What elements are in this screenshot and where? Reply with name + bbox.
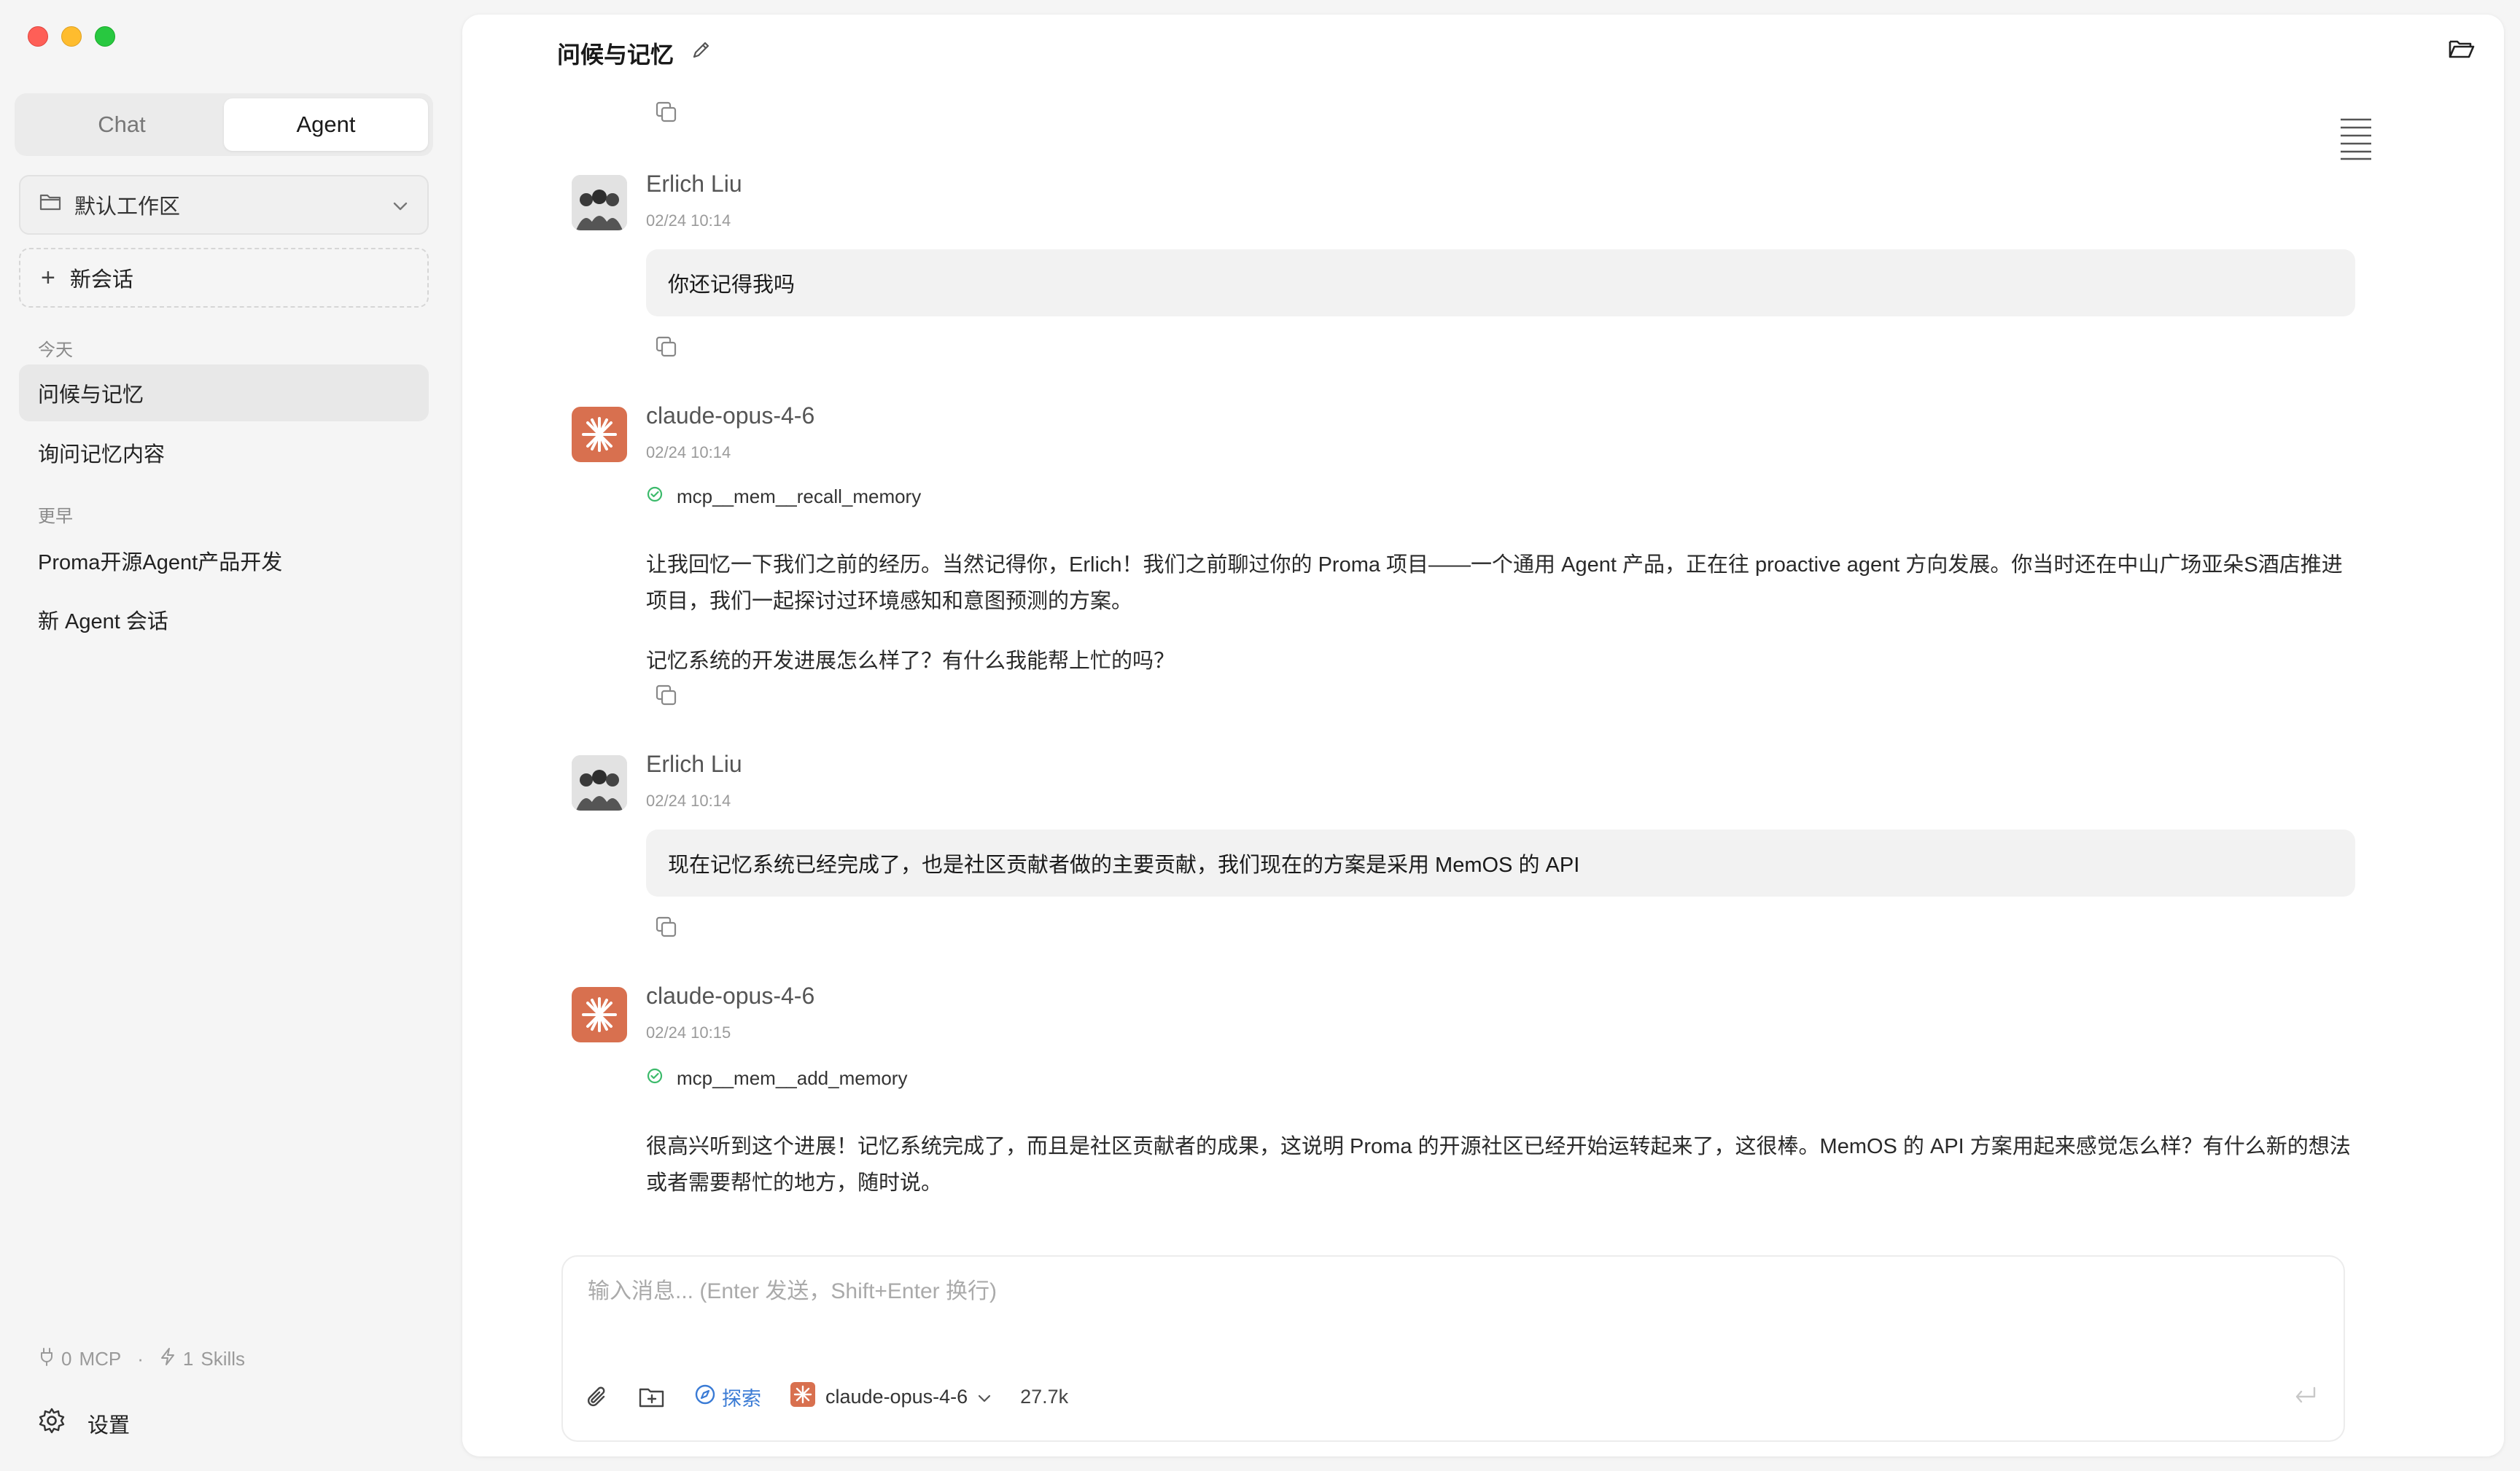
message-composer: 探索 claude-opus-4-6 27.7k [561, 1255, 2345, 1442]
folder-icon [39, 192, 61, 217]
conversation-item-greeting-memory[interactable]: 问候与记忆 [19, 364, 429, 421]
claude-logo-icon [790, 1382, 815, 1412]
check-circle-icon [646, 485, 664, 508]
user-message-bubble: 现在记忆系统已经完成了，也是社区贡献者做的主要贡献，我们现在的方案是采用 Mem… [646, 830, 2355, 897]
conversation-label: 新 Agent 会话 [38, 610, 168, 633]
copy-icon[interactable] [655, 101, 678, 128]
pencil-icon[interactable] [690, 39, 712, 67]
message-input[interactable] [586, 1279, 2266, 1305]
new-chat-button[interactable]: + 新会话 [19, 248, 429, 308]
group-label-today: 今天 [38, 340, 73, 360]
conversation-item-new-agent[interactable]: 新 Agent 会话 [19, 591, 429, 648]
separator: · [137, 1348, 144, 1370]
model-select[interactable]: claude-opus-4-6 [790, 1382, 991, 1412]
enter-send-icon[interactable] [2292, 1385, 2319, 1410]
tool-name: mcp__mem__recall_memory [677, 485, 922, 507]
composer-toolbar: 探索 claude-opus-4-6 27.7k [585, 1382, 1097, 1412]
message-author: Erlich Liu [646, 751, 742, 777]
tool-call[interactable]: mcp__mem__add_memory [646, 1067, 907, 1090]
new-chat-label: 新会话 [69, 268, 133, 292]
copy-icon[interactable] [655, 335, 678, 362]
mode-toggle: Chat Agent [15, 93, 433, 156]
folder-plus-icon[interactable] [639, 1386, 665, 1408]
conversation-title: 问候与记忆 [557, 36, 712, 70]
chevron-down-icon [978, 1386, 991, 1408]
message-timestamp: 02/24 10:14 [646, 211, 731, 230]
assistant-message-paragraph: 让我回忆一下我们之前的经历。当然记得你，Erlich！我们之前聊过你的 Prom… [646, 553, 2343, 613]
open-folder-icon[interactable] [2449, 38, 2475, 63]
user-avatar [572, 175, 627, 230]
skills-count: 1 [182, 1348, 194, 1370]
token-count: 27.7k [1020, 1386, 1069, 1408]
chevron-down-icon [392, 193, 408, 217]
claude-avatar [572, 987, 627, 1042]
copy-icon[interactable] [655, 916, 678, 943]
settings-label: 设置 [88, 1414, 131, 1437]
tab-chat[interactable]: Chat [20, 98, 224, 151]
explore-button[interactable]: 探索 [694, 1383, 761, 1411]
mcp-label: MCP [79, 1348, 122, 1370]
conversation-label: 问候与记忆 [38, 383, 144, 407]
chat-panel: 问候与记忆 Erlich Liu 02/24 10:14 你还记得我吗 clau… [462, 15, 2504, 1456]
lightning-icon [160, 1347, 176, 1371]
conversation-item-ask-memory[interactable]: 询问记忆内容 [19, 424, 429, 481]
conversation-label: Proma开源Agent产品开发 [38, 551, 283, 574]
conversation-label: 询问记忆内容 [38, 443, 166, 467]
explore-label: 探索 [722, 1388, 761, 1410]
outline-icon[interactable] [2339, 117, 2373, 164]
user-avatar [572, 755, 627, 811]
message-author: Erlich Liu [646, 171, 742, 197]
plus-icon: + [41, 264, 55, 292]
tab-agent[interactable]: Agent [224, 98, 428, 151]
message-timestamp: 02/24 10:14 [646, 792, 731, 810]
copy-icon[interactable] [655, 684, 678, 711]
assistant-message-paragraph: 很高兴听到这个进展！记忆系统完成了，而且是社区贡献者的成果，这说明 Proma … [646, 1135, 2351, 1195]
conversation-item-proma-dev[interactable]: Proma开源Agent产品开发 [19, 532, 429, 589]
paperclip-icon[interactable] [585, 1385, 610, 1410]
skills-label: Skills [201, 1348, 246, 1370]
message-author: claude-opus-4-6 [646, 983, 815, 1009]
model-label: claude-opus-4-6 [825, 1386, 968, 1408]
sidebar-status: 0 MCP · 1 Skills [39, 1347, 245, 1371]
message-timestamp: 02/24 10:14 [646, 443, 731, 461]
workspace-label: 默认工作区 [74, 195, 181, 219]
compass-icon [694, 1384, 716, 1410]
tool-call[interactable]: mcp__mem__recall_memory [646, 485, 921, 508]
message-timestamp: 02/24 10:15 [646, 1023, 731, 1042]
settings-button[interactable]: 设置 [38, 1407, 130, 1440]
group-label-earlier: 更早 [38, 507, 73, 526]
mcp-count: 0 [61, 1348, 72, 1370]
plug-icon [39, 1347, 54, 1371]
page-title: 问候与记忆 [557, 42, 674, 68]
workspace-select[interactable]: 默认工作区 [19, 175, 429, 235]
gear-icon [38, 1407, 66, 1440]
assistant-message-paragraph: 记忆系统的开发进展怎么样了？有什么我能帮上忙的吗？ [646, 649, 1175, 673]
sidebar: Chat Agent 默认工作区 + 新会话 今天 问候与记忆 询问记忆内容 更… [0, 0, 449, 1471]
tool-name: mcp__mem__add_memory [677, 1067, 908, 1089]
check-circle-icon [646, 1067, 664, 1090]
user-message-bubble: 你还记得我吗 [646, 249, 2355, 316]
claude-avatar [572, 407, 627, 462]
message-author: claude-opus-4-6 [646, 402, 815, 429]
